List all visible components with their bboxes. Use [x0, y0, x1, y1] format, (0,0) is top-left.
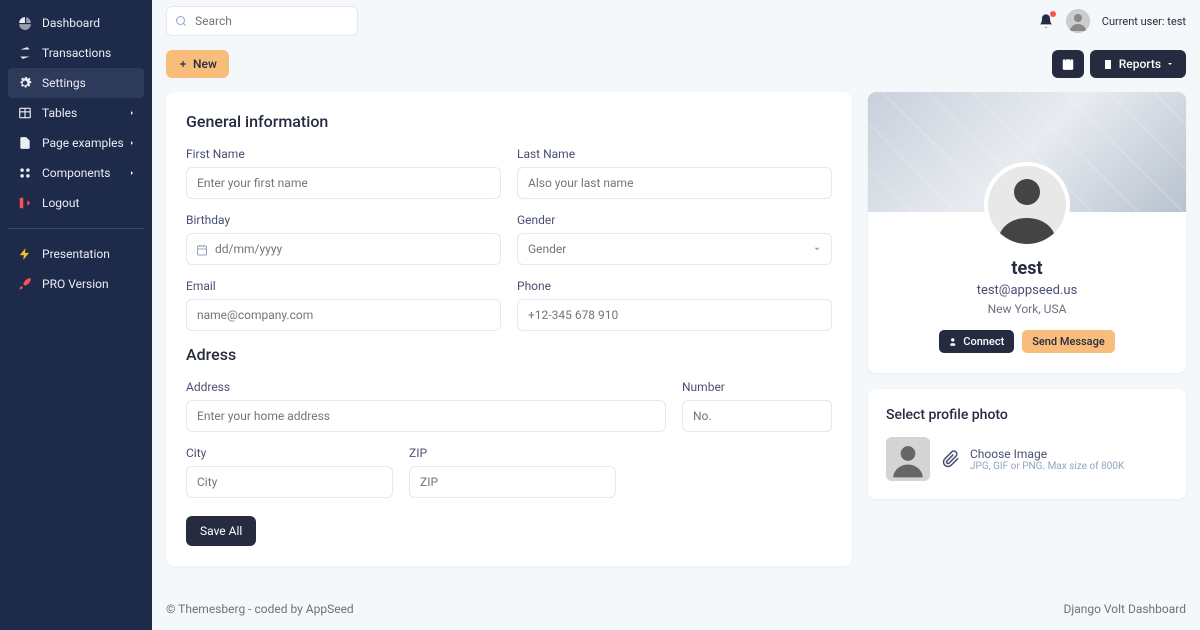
profile-name: test [884, 258, 1170, 279]
send-message-button[interactable]: Send Message [1022, 330, 1115, 353]
zip-input[interactable] [409, 466, 616, 498]
last-name-input[interactable] [517, 167, 832, 199]
upload-hint: JPG, GIF or PNG. Max size of 800K [970, 461, 1124, 472]
reports-label: Reports [1119, 57, 1161, 71]
footer: © Themesberg - coded by AppSeed Django V… [152, 582, 1200, 630]
calendar-icon [196, 244, 208, 256]
plus-icon [178, 59, 188, 69]
sidebar: Dashboard Transactions Settings Tables P… [0, 0, 152, 630]
components-icon [18, 166, 32, 180]
search-icon [175, 15, 187, 27]
table-icon [18, 106, 32, 120]
nav-settings[interactable]: Settings [8, 68, 144, 98]
connect-button[interactable]: Connect [939, 330, 1014, 353]
birthday-input[interactable] [186, 233, 501, 265]
calendar-button[interactable] [1052, 50, 1084, 78]
nav-label: Transactions [42, 46, 111, 60]
city-label: City [186, 446, 393, 460]
main-content: Current user: test New Reports G [152, 0, 1200, 630]
gender-label: Gender [517, 213, 832, 227]
birthday-label: Birthday [186, 213, 501, 227]
chevron-down-icon [1166, 60, 1174, 68]
profile-card: test test@appseed.us New York, USA Conne… [868, 92, 1186, 373]
number-label: Number [682, 380, 832, 394]
user-avatar[interactable] [1066, 9, 1090, 33]
gender-select[interactable] [517, 233, 832, 265]
upload-title: Select profile photo [886, 407, 1168, 423]
address-input[interactable] [186, 400, 666, 432]
nav-label: Components [42, 166, 111, 180]
nav-page-examples[interactable]: Page examples [8, 128, 144, 158]
nav-presentation[interactable]: Presentation [8, 239, 144, 269]
last-name-label: Last Name [517, 147, 832, 161]
reports-button[interactable]: Reports [1090, 50, 1186, 78]
nav-label: Tables [42, 106, 77, 120]
notifications-button[interactable] [1038, 13, 1054, 29]
clipboard-icon [1102, 58, 1114, 70]
profile-picture [984, 162, 1070, 248]
logout-icon [18, 196, 32, 210]
profile-email: test@appseed.us [884, 283, 1170, 298]
address-label: Address [186, 380, 666, 394]
upload-thumbnail [886, 437, 930, 481]
connect-label: Connect [963, 335, 1004, 348]
nav-tables[interactable]: Tables [8, 98, 144, 128]
calendar-icon [1061, 57, 1075, 71]
section-title: Adress [186, 345, 832, 364]
footer-left: © Themesberg - coded by AppSeed [166, 602, 354, 616]
pie-chart-icon [18, 16, 32, 30]
footer-right[interactable]: Django Volt Dashboard [1063, 602, 1186, 616]
section-title: General information [186, 112, 832, 131]
choose-label: Choose Image [970, 447, 1124, 461]
upload-card: Select profile photo Choose Image JPG, G… [868, 389, 1186, 499]
nav-label: Page examples [42, 136, 124, 150]
email-input[interactable] [186, 299, 501, 331]
first-name-label: First Name [186, 147, 501, 161]
nav-label: Presentation [42, 247, 110, 261]
phone-input[interactable] [517, 299, 832, 331]
nav-transactions[interactable]: Transactions [8, 38, 144, 68]
nav-label: Settings [42, 76, 86, 90]
search-input[interactable] [166, 6, 358, 36]
search-wrapper [166, 6, 358, 36]
nav-label: Logout [42, 196, 79, 210]
number-input[interactable] [682, 400, 832, 432]
nav-logout[interactable]: Logout [8, 188, 144, 218]
nav-dashboard[interactable]: Dashboard [8, 8, 144, 38]
choose-image-button[interactable]: Choose Image JPG, GIF or PNG. Max size o… [970, 447, 1124, 472]
nav-separator [8, 228, 144, 229]
paperclip-icon [942, 450, 960, 468]
profile-location: New York, USA [884, 302, 1170, 316]
new-button[interactable]: New [166, 50, 229, 78]
notification-dot [1050, 11, 1056, 17]
phone-label: Phone [517, 279, 832, 293]
bolt-icon [18, 247, 32, 261]
user-plus-icon [949, 337, 959, 347]
topbar: Current user: test [152, 0, 1200, 42]
nav-label: PRO Version [42, 277, 109, 291]
zip-label: ZIP [409, 446, 616, 460]
page-icon [18, 136, 32, 150]
nav-components[interactable]: Components [8, 158, 144, 188]
nav-pro-version[interactable]: PRO Version [8, 269, 144, 299]
chevron-right-icon [128, 169, 136, 177]
first-name-input[interactable] [186, 167, 501, 199]
city-input[interactable] [186, 466, 393, 498]
chevron-right-icon [128, 139, 136, 147]
save-button[interactable]: Save All [186, 516, 256, 546]
general-info-card: General information First Name Last Name… [166, 92, 852, 566]
gear-icon [18, 76, 32, 90]
new-label: New [193, 57, 217, 71]
transactions-icon [18, 46, 32, 60]
nav-label: Dashboard [42, 16, 100, 30]
rocket-icon [18, 277, 32, 291]
current-user-label: Current user: test [1102, 15, 1186, 28]
toolbar: New Reports [152, 42, 1200, 92]
chevron-right-icon [128, 109, 136, 117]
email-label: Email [186, 279, 501, 293]
